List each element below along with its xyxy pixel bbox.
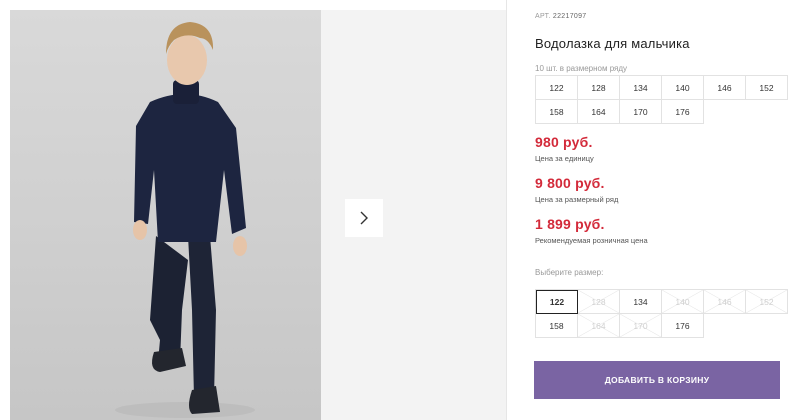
retail-price: 1 899 руб.: [535, 216, 605, 232]
size-picker: 122 128 134 140 146 152 158 164 170 176: [535, 289, 788, 338]
series-size-cell: 122: [536, 76, 578, 100]
retail-price-label: Рекомендуемая розничная цена: [535, 236, 648, 245]
series-size-cell: 146: [704, 76, 746, 100]
series-size-cell: 158: [536, 100, 578, 124]
size-option-146[interactable]: 146: [704, 290, 746, 314]
size-option-140[interactable]: 140: [662, 290, 704, 314]
series-size-cell: 128: [578, 76, 620, 100]
article-label: АРТ.: [535, 13, 551, 20]
series-price: 9 800 руб.: [535, 175, 605, 191]
series-price-label: Цена за размерный ряд: [535, 195, 619, 204]
series-size-cell: 176: [662, 100, 704, 124]
size-option-176[interactable]: 176: [662, 314, 704, 338]
series-size-grid: 122 128 134 140 146 152 158 164 170 176: [535, 75, 788, 124]
series-size-cell: 170: [620, 100, 662, 124]
choose-size-label: Выберите размер:: [535, 268, 604, 277]
size-option-128[interactable]: 128: [578, 290, 620, 314]
column-divider: [506, 0, 507, 420]
size-option-164[interactable]: 164: [578, 314, 620, 338]
series-size-cell: 134: [620, 76, 662, 100]
boy-in-turtleneck-illustration: [115, 22, 255, 418]
size-option-170[interactable]: 170: [620, 314, 662, 338]
series-size-cell: 152: [746, 76, 788, 100]
series-note: 10 шт. в размерном ряду: [535, 64, 628, 73]
series-size-cell: 164: [578, 100, 620, 124]
size-option-122[interactable]: 122: [536, 290, 578, 314]
add-to-cart-button[interactable]: ДОБАВИТЬ В КОРЗИНУ: [534, 361, 780, 399]
article-number: АРТ. 22217097: [535, 13, 586, 20]
product-gallery: [10, 10, 506, 420]
unit-price: 980 руб.: [535, 134, 593, 150]
unit-price-label: Цена за единицу: [535, 154, 594, 163]
chevron-right-icon: [360, 211, 368, 225]
product-title: Водолазка для мальчика: [535, 36, 690, 51]
size-option-134[interactable]: 134: [620, 290, 662, 314]
product-photo[interactable]: [10, 10, 321, 420]
series-size-cell: 140: [662, 76, 704, 100]
size-option-158[interactable]: 158: [536, 314, 578, 338]
next-image-button[interactable]: [345, 199, 383, 237]
article-value: 22217097: [552, 13, 587, 20]
size-option-152[interactable]: 152: [746, 290, 788, 314]
